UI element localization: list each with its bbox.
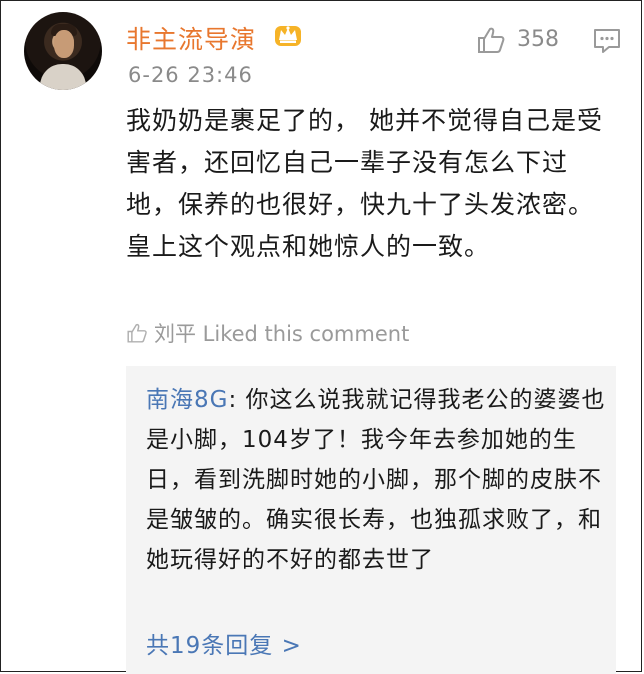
reply-username[interactable]: 南海8G [146, 387, 228, 413]
thumbs-up-icon[interactable] [476, 25, 506, 55]
comment-text: 我奶奶是裹足了的， 她并不觉得自己是受害者，还回忆自己一辈子没有怎么下过地，保养… [126, 106, 603, 261]
crown-icon [275, 26, 301, 46]
avatar[interactable] [24, 12, 102, 90]
like-count: 358 [517, 27, 559, 52]
comment-icon[interactable] [593, 28, 621, 54]
reply-body: : 你这么说我就记得我老公的婆婆也是小脚，104岁了！我今年去参加她的生日，看到… [146, 387, 606, 573]
comment-username[interactable]: 非主流导演 [126, 20, 256, 56]
avatar-shirt [40, 64, 86, 90]
reply-text: 南海8G: 你这么说我就记得我老公的婆婆也是小脚，104岁了！我今年去参加她的生… [146, 380, 606, 580]
liked-by-row: 刘平 Liked this comment [126, 318, 409, 346]
comment-date: 6-26 23:46 [128, 63, 253, 87]
more-replies-link[interactable]: 共19条回复 > [146, 626, 302, 660]
avatar-face [54, 30, 74, 58]
thumbs-up-small-icon [127, 323, 147, 343]
reply-box[interactable]: 南海8G: 你这么说我就记得我老公的婆婆也是小脚，104岁了！我今年去参加她的生… [126, 366, 616, 674]
liked-by-text: 刘平 Liked this comment [154, 322, 410, 346]
